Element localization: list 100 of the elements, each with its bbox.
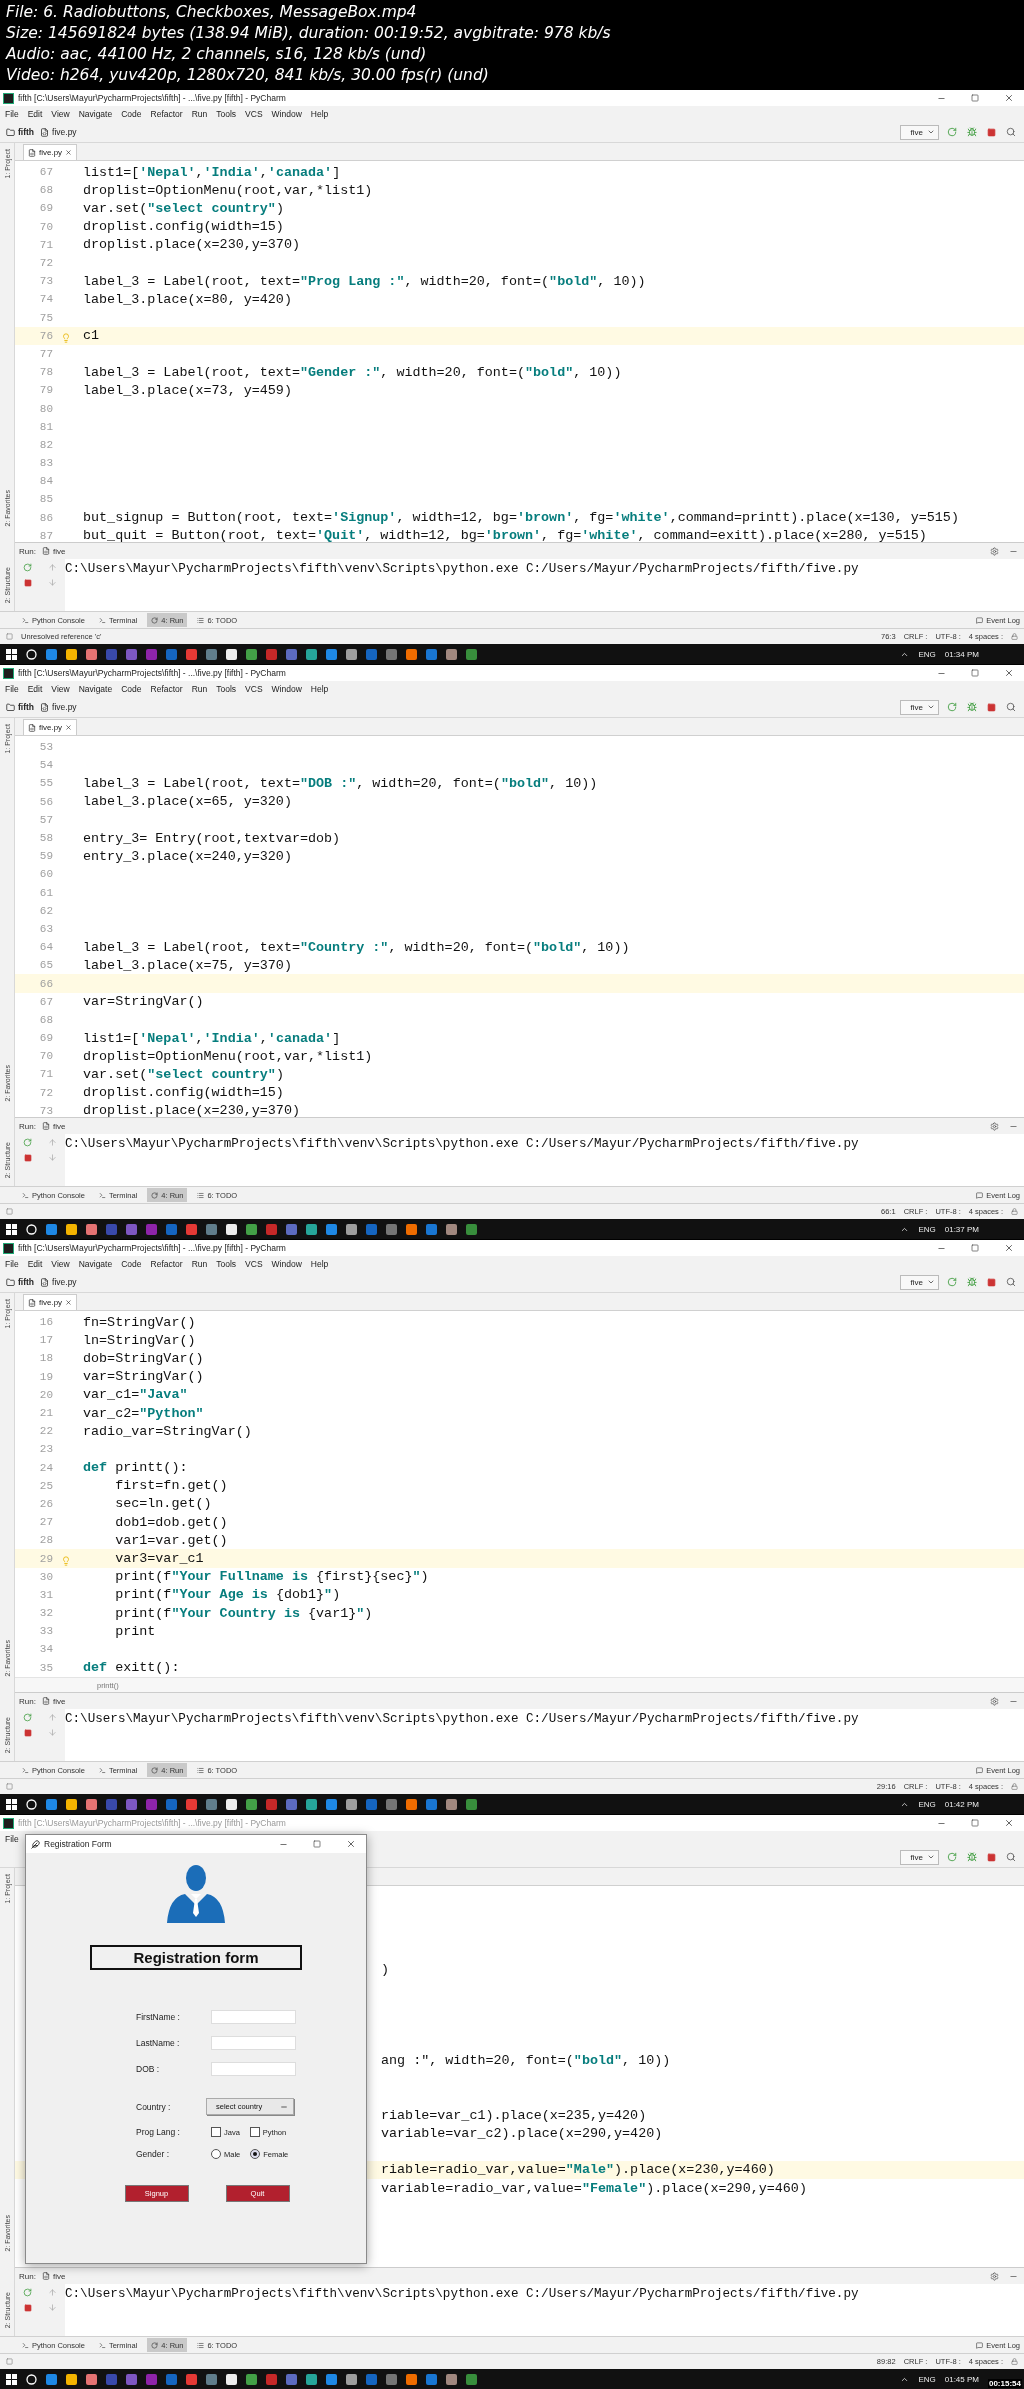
- app-icon[interactable]: [446, 1798, 457, 1810]
- stop-button[interactable]: [21, 2303, 34, 2312]
- search-button[interactable]: [1004, 1277, 1018, 1287]
- app-icon[interactable]: [346, 2373, 357, 2385]
- stop-button[interactable]: [21, 578, 34, 587]
- app-icon[interactable]: [86, 1223, 97, 1235]
- stop-button[interactable]: [985, 127, 998, 137]
- run-config-dropdown[interactable]: five: [899, 699, 939, 715]
- language-indicator[interactable]: ENG: [918, 1799, 936, 1809]
- menu-item[interactable]: Run: [191, 1259, 208, 1269]
- app-icon[interactable]: [86, 648, 97, 660]
- menu-item[interactable]: Refactor: [150, 1259, 183, 1269]
- search-icon[interactable]: [26, 2373, 37, 2385]
- app-icon[interactable]: [306, 1223, 317, 1235]
- run-config-dropdown[interactable]: five: [899, 124, 939, 140]
- run-tab[interactable]: five: [41, 1121, 66, 1131]
- menu-item[interactable]: Run: [191, 109, 208, 119]
- breadcrumb-item[interactable]: fifth: [6, 702, 35, 712]
- input-field[interactable]: [211, 2062, 296, 2076]
- app-icon[interactable]: [66, 2373, 77, 2385]
- language-indicator[interactable]: ENG: [918, 2374, 936, 2384]
- menu-item[interactable]: Code: [121, 109, 142, 119]
- clock[interactable]: 01:37 PM: [944, 1224, 979, 1234]
- rerun-button[interactable]: [945, 1277, 959, 1287]
- debug-button[interactable]: [965, 702, 979, 712]
- menu-item[interactable]: File: [5, 109, 19, 119]
- search-button[interactable]: [1004, 702, 1018, 712]
- language-indicator[interactable]: ENG: [918, 1224, 936, 1234]
- stop-button[interactable]: [985, 702, 998, 712]
- clock[interactable]: 01:42 PM: [944, 1799, 979, 1809]
- checkbox[interactable]: [249, 2127, 260, 2137]
- editor-tab[interactable]: five.py: [23, 1294, 78, 1310]
- menu-item[interactable]: Code: [121, 1259, 142, 1269]
- radio-button[interactable]: [250, 2149, 261, 2159]
- breadcrumb-item[interactable]: five.py: [40, 1277, 77, 1287]
- search-icon[interactable]: [26, 1223, 37, 1235]
- rerun-button[interactable]: [21, 563, 34, 572]
- app-icon[interactable]: [246, 1223, 257, 1235]
- menu-item[interactable]: Refactor: [150, 109, 183, 119]
- breadcrumb-item[interactable]: fifth: [6, 1277, 35, 1287]
- breadcrumb-item[interactable]: fifth: [6, 127, 35, 137]
- app-icon[interactable]: [246, 1798, 257, 1810]
- app-icon[interactable]: [306, 1798, 317, 1810]
- app-icon[interactable]: [306, 648, 317, 660]
- menu-item[interactable]: Help: [310, 109, 329, 119]
- menu-item[interactable]: Help: [310, 1259, 329, 1269]
- run-tab[interactable]: five: [41, 1696, 66, 1706]
- rerun-button[interactable]: [21, 2288, 34, 2297]
- windows-logo-icon[interactable]: [6, 2373, 17, 2385]
- input-field[interactable]: [211, 2036, 296, 2050]
- menu-item[interactable]: Refactor: [150, 684, 183, 694]
- run-config-dropdown[interactable]: five: [899, 1849, 939, 1865]
- menu-item[interactable]: VCS: [245, 109, 263, 119]
- language-indicator[interactable]: ENG: [918, 649, 936, 659]
- menu-item[interactable]: Window: [271, 684, 302, 694]
- app-icon[interactable]: [446, 2373, 457, 2385]
- app-icon[interactable]: [306, 2373, 317, 2385]
- app-icon[interactable]: [226, 2373, 237, 2385]
- app-icon[interactable]: [226, 1798, 237, 1810]
- app-icon[interactable]: [346, 648, 357, 660]
- menu-item[interactable]: Code: [121, 684, 142, 694]
- windows-logo-icon[interactable]: [6, 648, 17, 660]
- menu-item[interactable]: View: [51, 109, 70, 119]
- checkbox[interactable]: [211, 2127, 221, 2137]
- app-icon[interactable]: [66, 648, 77, 660]
- stop-button[interactable]: [21, 1153, 34, 1162]
- menu-item[interactable]: File: [5, 1259, 19, 1269]
- app-icon[interactable]: [346, 1223, 357, 1235]
- app-icon[interactable]: [406, 1798, 417, 1810]
- debug-button[interactable]: [965, 1852, 979, 1862]
- menu-item[interactable]: View: [51, 1259, 70, 1269]
- app-icon[interactable]: [246, 648, 257, 660]
- editor-tab[interactable]: five.py: [23, 719, 78, 735]
- app-icon[interactable]: [346, 1798, 357, 1810]
- clock[interactable]: 01:45 PM: [944, 2374, 979, 2384]
- windows-logo-icon[interactable]: [6, 1223, 17, 1235]
- menu-item[interactable]: Tools: [216, 109, 237, 119]
- rerun-button[interactable]: [945, 702, 959, 712]
- search-icon[interactable]: [26, 648, 37, 660]
- rerun-button[interactable]: [21, 1138, 34, 1147]
- rerun-button[interactable]: [21, 1713, 34, 1722]
- settings-button[interactable]: [988, 1121, 1001, 1131]
- editor-tab[interactable]: five.py: [23, 144, 78, 160]
- menu-item[interactable]: Edit: [27, 109, 43, 119]
- stop-button[interactable]: [985, 1277, 998, 1287]
- app-icon[interactable]: [66, 1223, 77, 1235]
- menu-item[interactable]: Help: [310, 684, 329, 694]
- input-field[interactable]: [211, 2010, 296, 2024]
- debug-button[interactable]: [965, 127, 979, 137]
- app-icon[interactable]: [86, 1798, 97, 1810]
- app-icon[interactable]: [406, 1223, 417, 1235]
- app-icon[interactable]: [446, 648, 457, 660]
- settings-button[interactable]: [988, 2271, 1001, 2281]
- menu-item[interactable]: File: [5, 1834, 19, 1844]
- windows-logo-icon[interactable]: [6, 1798, 17, 1810]
- run-tab[interactable]: five: [41, 546, 66, 556]
- menu-item[interactable]: Tools: [216, 684, 237, 694]
- menu-item[interactable]: VCS: [245, 1259, 263, 1269]
- settings-button[interactable]: [988, 1696, 1001, 1706]
- breadcrumb-item[interactable]: five.py: [40, 127, 77, 137]
